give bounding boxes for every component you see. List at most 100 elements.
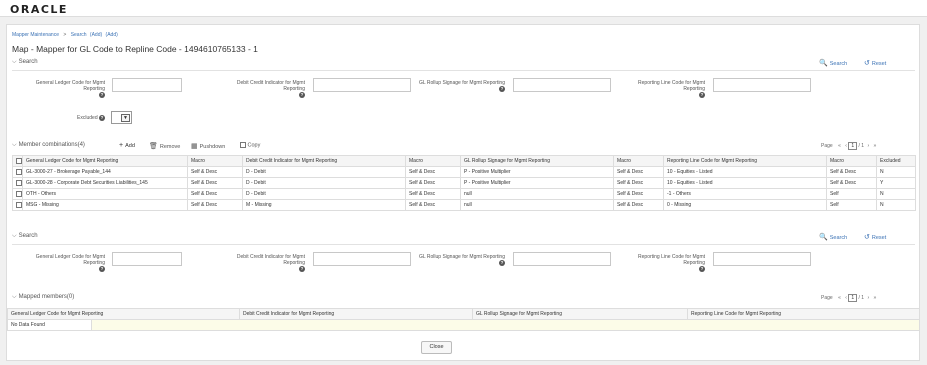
mapped-members-table: General Ledger Code for Mgmt Reporting D…: [7, 308, 920, 331]
remove-button[interactable]: 🗑 Remove: [149, 142, 180, 150]
search-button-label: Search: [829, 61, 848, 67]
pager-next-icon[interactable]: ›: [867, 295, 869, 301]
reset-button-label-2: Reset: [871, 235, 887, 241]
column-header[interactable]: Debit Credit Indicator for Mgmt Reportin…: [239, 308, 473, 320]
chevron-down-icon: ⌵: [12, 59, 17, 65]
table-row[interactable]: GL-3000-27 - Brokerage Payable_144 Self …: [12, 166, 916, 178]
copy-checkbox[interactable]: Copy: [240, 142, 260, 148]
column-header[interactable]: Reporting Line Code for Mgmt Reporting: [687, 308, 920, 320]
pager-last-icon[interactable]: »: [874, 143, 877, 149]
debit-credit-label-2: Debit Credit Indicator for Mgmt Reportin…: [236, 254, 305, 272]
table-cell: Self & Desc: [187, 166, 243, 178]
mapped-members-header[interactable]: ⌵ Mapped members(0): [12, 294, 74, 301]
help-icon[interactable]: ?: [299, 92, 305, 98]
row-select-cell[interactable]: [12, 188, 23, 200]
chevron-down-icon: ▼: [121, 114, 130, 122]
column-header[interactable]: Debit Credit Indicator for Mgmt Reportin…: [242, 155, 406, 167]
excluded-select[interactable]: ▼: [111, 111, 132, 124]
reset-icon: ↺: [864, 234, 870, 241]
reset-icon: ↺: [864, 60, 870, 67]
pager-prev-icon[interactable]: ‹: [845, 143, 847, 149]
table-header-row: General Ledger Code for Mgmt Reporting D…: [7, 308, 920, 320]
debit-credit-label: Debit Credit Indicator for Mgmt Reportin…: [236, 80, 305, 98]
search-icon: 🔍: [819, 234, 828, 241]
reset-button-2[interactable]: ↺ Reset: [864, 233, 886, 241]
copy-checkbox-box[interactable]: [240, 142, 246, 148]
table-header-row: General Ledger Code for Mgmt Reporting M…: [12, 155, 916, 167]
empty-row: No Data Found: [7, 319, 920, 331]
select-all-cell[interactable]: [12, 155, 23, 167]
close-button[interactable]: Close: [421, 341, 452, 354]
column-header[interactable]: GL Rollup Signage for Mgmt Reporting: [472, 308, 688, 320]
reporting-line-input[interactable]: [713, 78, 811, 92]
column-header[interactable]: Reporting Line Code for Mgmt Reporting: [663, 155, 827, 167]
breadcrumb-add-2[interactable]: (Add): [106, 32, 118, 38]
debit-credit-input[interactable]: [313, 78, 411, 92]
select-all-checkbox[interactable]: [16, 157, 22, 164]
help-icon[interactable]: ?: [99, 115, 105, 121]
table-cell: P - Positive Multiplier: [460, 166, 614, 178]
debit-credit-input-2[interactable]: [313, 252, 411, 266]
column-header[interactable]: Macro: [613, 155, 664, 167]
breadcrumb-search[interactable]: Search: [71, 32, 87, 38]
column-header[interactable]: Excluded: [876, 155, 916, 167]
help-icon[interactable]: ?: [99, 266, 105, 272]
pager-next-icon[interactable]: ›: [867, 143, 869, 149]
help-icon[interactable]: ?: [499, 260, 505, 266]
pushdown-button[interactable]: ▦ Pushdown: [191, 142, 225, 150]
row-checkbox[interactable]: [16, 190, 22, 197]
reset-button[interactable]: ↺ Reset: [864, 59, 886, 67]
help-icon[interactable]: ?: [499, 86, 505, 92]
search-section-header[interactable]: ⌵ Search: [12, 59, 38, 66]
gl-rollup-input-2[interactable]: [513, 252, 611, 266]
pager-current-input[interactable]: 1: [848, 294, 858, 302]
pager-last-icon[interactable]: »: [874, 295, 877, 301]
column-header[interactable]: Macro: [405, 155, 461, 167]
column-header[interactable]: General Ledger Code for Mgmt Reporting: [22, 155, 188, 167]
reset-button-label: Reset: [871, 61, 887, 67]
breadcrumb-add[interactable]: (Add): [90, 32, 102, 38]
table-row[interactable]: MSG - Missing Self & Desc M - Missing Se…: [12, 199, 916, 211]
table-cell: Self & Desc: [613, 166, 664, 178]
member-combinations-table: General Ledger Code for Mgmt Reporting M…: [12, 155, 916, 211]
member-combinations-header[interactable]: ⌵ Member combinations(4): [12, 142, 85, 149]
gl-code-input[interactable]: [112, 78, 182, 92]
table-cell: M - Missing: [242, 199, 406, 211]
table-cell: 0 - Missing: [663, 199, 827, 211]
pager-prev-icon[interactable]: ‹: [845, 295, 847, 301]
search-button-label-2: Search: [829, 235, 848, 241]
column-header[interactable]: Macro: [187, 155, 243, 167]
row-select-cell[interactable]: [12, 199, 23, 211]
no-data-fill: [91, 319, 920, 331]
gl-code-input-2[interactable]: [112, 252, 182, 266]
column-header[interactable]: GL Rollup Signage for Mgmt Reporting: [460, 155, 614, 167]
search-button-2[interactable]: 🔍 Search: [819, 233, 847, 241]
pager-current-input[interactable]: 1: [848, 142, 858, 150]
row-select-cell[interactable]: [12, 166, 23, 178]
pushdown-button-label: Pushdown: [199, 144, 226, 150]
mapped-pager: Page « ‹ 1 / 1 › »: [821, 294, 876, 302]
reporting-line-input-2[interactable]: [713, 252, 811, 266]
row-checkbox[interactable]: [16, 168, 22, 175]
help-icon[interactable]: ?: [99, 92, 105, 98]
search-section-header-2[interactable]: ⌵ Search: [12, 233, 38, 240]
table-row[interactable]: OTH - Others Self & Desc D - Debit Self …: [12, 188, 916, 200]
gl-rollup-input[interactable]: [513, 78, 611, 92]
column-header[interactable]: General Ledger Code for Mgmt Reporting: [7, 308, 240, 320]
pager-first-icon[interactable]: «: [838, 143, 841, 149]
help-icon[interactable]: ?: [299, 266, 305, 272]
add-button-label: Add: [125, 143, 135, 149]
column-header[interactable]: Macro: [826, 155, 877, 167]
pager-first-icon[interactable]: «: [838, 295, 841, 301]
table-row[interactable]: GL-3000-28 - Corporate Debt Securities L…: [12, 177, 916, 189]
help-icon[interactable]: ?: [699, 92, 705, 98]
breadcrumb-mapper-maintenance[interactable]: Mapper Maintenance: [12, 32, 59, 38]
add-button[interactable]: + Add: [119, 142, 135, 149]
gl-rollup-label-2: GL Rollup Signage for Mgmt Reporting?: [419, 254, 505, 266]
row-select-cell[interactable]: [12, 177, 23, 189]
help-icon[interactable]: ?: [699, 266, 705, 272]
row-checkbox[interactable]: [16, 201, 22, 208]
row-checkbox[interactable]: [16, 179, 22, 186]
search-button[interactable]: 🔍 Search: [819, 59, 847, 67]
table-cell: 10 - Equities - Listed: [663, 166, 827, 178]
